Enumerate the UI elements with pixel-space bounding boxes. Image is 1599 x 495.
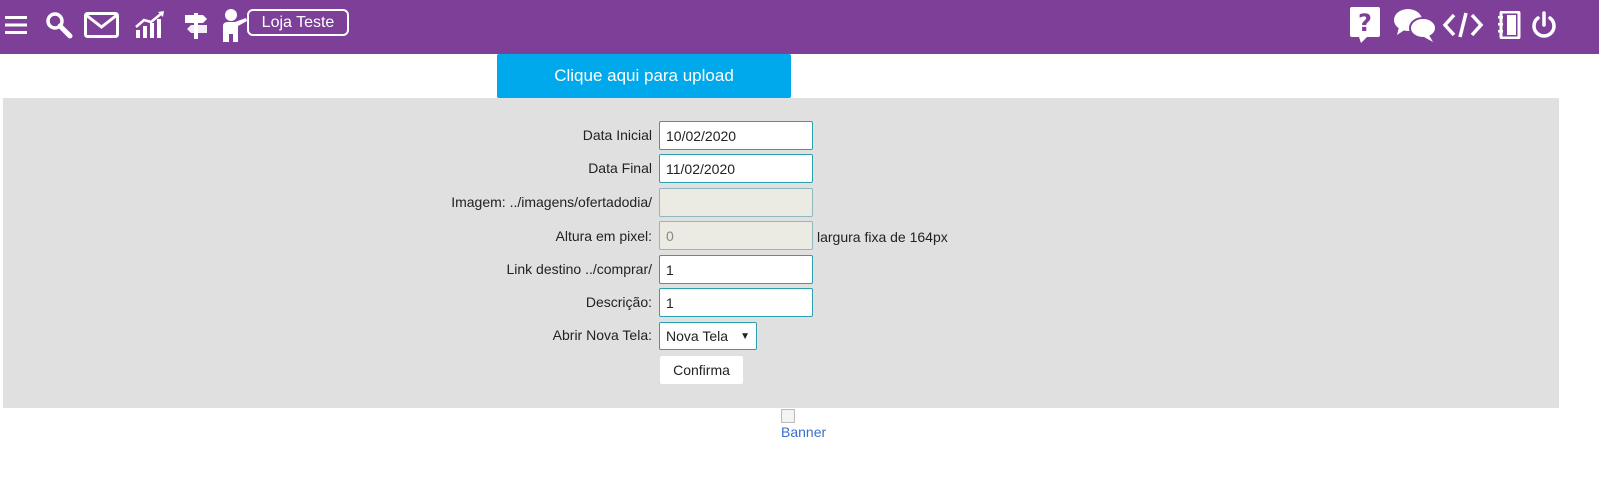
descricao-input[interactable]	[659, 288, 813, 317]
search-icon[interactable]	[45, 5, 73, 45]
confirm-button[interactable]: Confirma	[660, 356, 743, 384]
data-final-label: Data Final	[588, 160, 652, 176]
teacher-icon[interactable]	[222, 5, 248, 45]
notebook-icon[interactable]	[1496, 5, 1522, 45]
nova-tela-selected-value: Nova Tela	[666, 328, 729, 344]
code-icon[interactable]	[1442, 5, 1484, 45]
banner-image: Banner	[781, 409, 841, 441]
upload-button[interactable]: Clique aqui para upload	[497, 54, 791, 98]
link-destino-input[interactable]	[659, 255, 813, 284]
link-destino-label: Link destino ../comprar/	[506, 261, 652, 277]
help-icon[interactable]: ?	[1349, 5, 1381, 45]
data-final-input[interactable]	[659, 154, 813, 183]
power-icon[interactable]	[1530, 5, 1558, 45]
data-inicial-input[interactable]	[659, 121, 813, 150]
menu-icon[interactable]	[4, 5, 28, 45]
nova-tela-label: Abrir Nova Tela:	[552, 327, 652, 343]
mail-icon[interactable]	[83, 5, 119, 45]
altura-label: Altura em pixel:	[555, 228, 652, 244]
altura-input[interactable]	[659, 221, 813, 250]
svg-text:?: ?	[1358, 9, 1372, 37]
chat-icon[interactable]	[1393, 5, 1437, 45]
store-selector-button[interactable]: Loja Teste	[247, 9, 349, 36]
banner-alt-text: Banner	[781, 424, 827, 440]
largura-hint: largura fixa de 164px	[817, 229, 948, 245]
top-navbar: Loja Teste ?	[0, 0, 1599, 54]
broken-image-icon	[781, 409, 795, 423]
data-inicial-label: Data Inicial	[582, 127, 652, 143]
descricao-label: Descrição:	[585, 294, 652, 310]
dropdown-arrow-icon: ▼	[740, 331, 750, 342]
chart-icon[interactable]	[134, 5, 166, 45]
imagem-label: Imagem: ../imagens/ofertadodia/	[451, 194, 652, 210]
signpost-icon[interactable]	[182, 5, 210, 45]
nova-tela-select[interactable]: Nova Tela ▼	[659, 322, 757, 350]
imagem-input[interactable]	[659, 188, 813, 217]
